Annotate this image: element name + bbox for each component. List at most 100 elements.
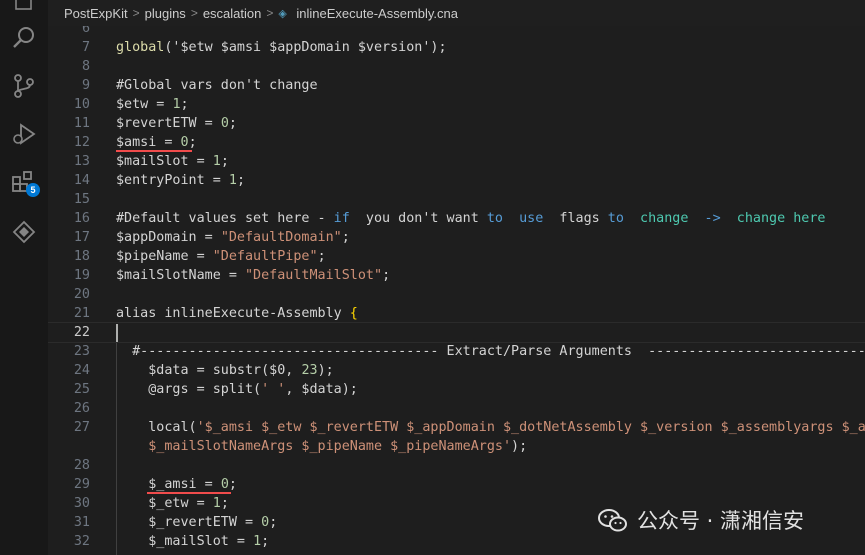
code-token: use bbox=[519, 211, 544, 226]
code-line[interactable]: 8 bbox=[48, 57, 865, 76]
code-line[interactable]: 28 bbox=[48, 456, 865, 475]
code-text: $entryPoint = 1; bbox=[116, 171, 245, 190]
file-icon: ◈ bbox=[278, 8, 287, 20]
remote-icon[interactable] bbox=[10, 218, 38, 246]
watermark: 公众号 · 潇湘信安 bbox=[597, 505, 804, 535]
code-line[interactable]: 18 $pipeName = "DefaultPipe"; bbox=[48, 247, 865, 266]
code-text: $etw = 1; bbox=[116, 95, 189, 114]
breadcrumb-item[interactable]: escalation bbox=[203, 6, 262, 21]
code-token: $mailSlotName = bbox=[116, 268, 245, 283]
code-line[interactable]: 17 $appDomain = "DefaultDomain"; bbox=[48, 228, 865, 247]
code-line[interactable]: 7 global('$etw $amsi $appDomain $version'… bbox=[48, 38, 865, 57]
code-text: #Global vars don't change bbox=[116, 76, 318, 95]
line-number: 16 bbox=[73, 211, 90, 226]
code-text: $pipeName = "DefaultPipe"; bbox=[116, 247, 326, 266]
code-line[interactable]: 22 bbox=[48, 322, 865, 343]
line-number: 12 bbox=[73, 135, 90, 150]
code-line[interactable]: 10 $etw = 1; bbox=[48, 95, 865, 114]
line-number: 26 bbox=[73, 401, 90, 416]
breadcrumb-item[interactable]: plugins bbox=[145, 6, 186, 21]
error-underline bbox=[116, 150, 192, 152]
code-token: change here bbox=[736, 211, 826, 226]
code-line[interactable]: 20 bbox=[48, 285, 865, 304]
code-line[interactable]: 23 #------------------------------------… bbox=[48, 342, 865, 361]
code-line[interactable]: 16 #Default values set here - if you don'… bbox=[48, 209, 865, 228]
code-token: ); bbox=[317, 363, 334, 378]
watermark-text: 公众号 · 潇湘信安 bbox=[637, 509, 805, 533]
code-text: $_mailSlot = 1; bbox=[116, 532, 269, 551]
code-line[interactable]: 6 bbox=[48, 26, 865, 38]
code-line[interactable]: 21 alias inlineExecute-Assembly { bbox=[48, 304, 865, 323]
code-text: $_revertETW = 0; bbox=[116, 513, 277, 532]
line-number: 11 bbox=[73, 116, 90, 131]
code-line[interactable]: 25 @args = split(' ', $data); bbox=[48, 380, 865, 399]
code-token: alias inlineExecute-Assembly bbox=[116, 306, 350, 321]
code-token: ; bbox=[269, 515, 278, 530]
code-line[interactable]: $_mailSlotNameArgs $_pipeName $_pipeName… bbox=[48, 437, 865, 456]
code-line[interactable]: 24 $data = substr($0, 23); bbox=[48, 361, 865, 380]
run-debug-icon[interactable] bbox=[10, 120, 38, 148]
breadcrumb-file[interactable]: inlineExecute-Assembly.cna bbox=[296, 6, 458, 21]
code-token: $etw = bbox=[116, 97, 173, 112]
code-editor[interactable]: 6 7 global('$etw $amsi $appDomain $version… bbox=[48, 26, 865, 555]
code-text: @args = split(' ', $data); bbox=[116, 380, 358, 399]
code-token: 23 bbox=[301, 363, 318, 378]
code-line[interactable]: 27 local('$_amsi $_etw $_revertETW $_app… bbox=[48, 418, 865, 437]
line-number: 17 bbox=[73, 230, 90, 245]
code-token: flags bbox=[543, 211, 608, 226]
code-token: "DefaultDomain" bbox=[220, 230, 342, 245]
line-number: 23 bbox=[73, 344, 90, 359]
code-token: ); bbox=[511, 439, 528, 454]
code-token: $_etw = bbox=[116, 496, 213, 511]
activity-bar: 5 bbox=[0, 0, 48, 555]
code-text: $mailSlot = 1; bbox=[116, 152, 229, 171]
source-control-icon[interactable] bbox=[10, 72, 38, 100]
code-token: ; bbox=[341, 230, 350, 245]
code-token: to bbox=[486, 211, 503, 226]
explorer-icon[interactable] bbox=[10, 0, 38, 14]
wechat-icon bbox=[598, 509, 627, 532]
breadcrumb-item[interactable]: PostExpKit bbox=[64, 6, 128, 21]
code-text: $_mailSlotNameArgs $_pipeName $_pipeName… bbox=[116, 437, 527, 456]
breadcrumb-separator: > bbox=[132, 6, 140, 20]
code-line[interactable]: 9 #Global vars don't change bbox=[48, 76, 865, 95]
code-line[interactable]: 14 $entryPoint = 1; bbox=[48, 171, 865, 190]
code-token: #------------------------------------- E… bbox=[116, 344, 865, 359]
code-token: $_mailSlot = bbox=[116, 534, 254, 549]
code-token: { bbox=[349, 306, 358, 321]
code-line[interactable]: 19 $mailSlotName = "DefaultMailSlot"; bbox=[48, 266, 865, 285]
code-token: $mailSlot = bbox=[116, 154, 213, 169]
code-token: ; bbox=[382, 268, 391, 283]
code-text: $_etw = 1; bbox=[116, 494, 229, 513]
code-token: if bbox=[333, 211, 350, 226]
breadcrumb: PostExpKit > plugins > escalation > ◈ in… bbox=[48, 0, 865, 26]
line-number: 22 bbox=[73, 325, 90, 340]
code-token: ; bbox=[220, 496, 229, 511]
line-number: 9 bbox=[81, 78, 90, 93]
code-line[interactable]: 15 bbox=[48, 190, 865, 209]
code-text: #Default values set here - if you don't … bbox=[116, 209, 825, 228]
code-line[interactable]: 26 bbox=[48, 399, 865, 418]
code-token: ; bbox=[220, 154, 229, 169]
line-number: 14 bbox=[73, 173, 90, 188]
code-token: 1 bbox=[212, 154, 221, 169]
code-token: ; bbox=[317, 249, 326, 264]
code-token: 1 bbox=[228, 173, 237, 188]
line-number: 15 bbox=[73, 192, 90, 207]
code-token: 1 bbox=[172, 97, 181, 112]
code-text: #------------------------------------- E… bbox=[116, 342, 865, 361]
line-number: 13 bbox=[73, 154, 90, 169]
line-number: 7 bbox=[81, 40, 90, 55]
code-token: 0 bbox=[220, 477, 229, 492]
line-number: 29 bbox=[73, 477, 90, 492]
extensions-badge: 5 bbox=[26, 183, 40, 197]
line-number: 24 bbox=[73, 363, 90, 378]
search-icon[interactable] bbox=[10, 24, 38, 52]
code-line[interactable]: 11 $revertETW = 0; bbox=[48, 114, 865, 133]
code-text: $revertETW = 0; bbox=[116, 114, 237, 133]
code-line[interactable]: 13 $mailSlot = 1; bbox=[48, 152, 865, 171]
code-token: $pipeName = bbox=[116, 249, 213, 264]
